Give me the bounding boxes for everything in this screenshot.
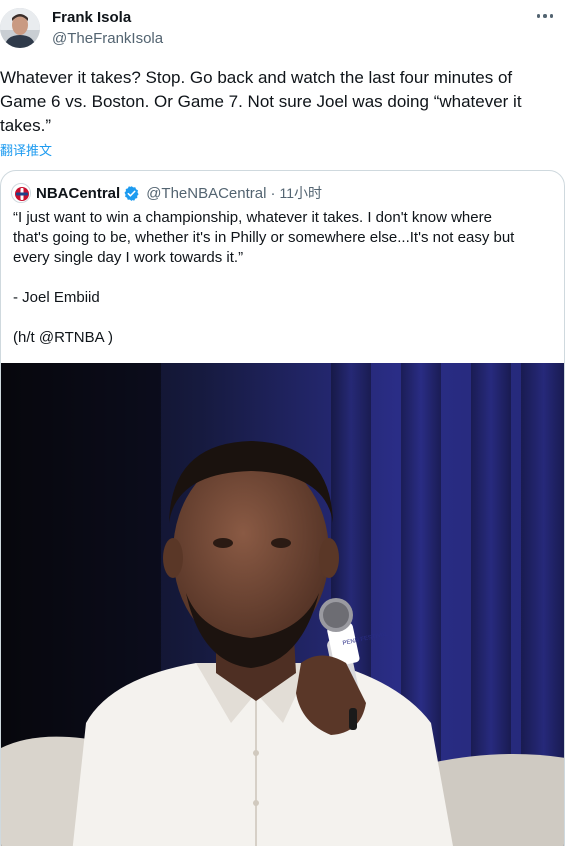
speaker-photo[interactable]: PENN FESTIVAL [1, 363, 564, 846]
quoted-text-line: “I just want to win a championship, what… [13, 209, 492, 226]
quoted-avatar[interactable] [11, 183, 31, 203]
nba-central-logo-icon [13, 185, 30, 202]
separator-dot: · [270, 184, 276, 202]
quoted-tweet-header: NBACentral @TheNBACentral · 11小时 [11, 183, 322, 203]
quoted-hat-tip: (h/t @RTNBA ) [13, 329, 113, 346]
tweet-text: Whatever it takes? Stop. Go back and wat… [0, 68, 522, 135]
author-avatar[interactable] [0, 8, 40, 48]
quoted-tweet[interactable]: NBACentral @TheNBACentral · 11小时 “I just… [0, 170, 565, 846]
author-handle[interactable]: @TheFrankIsola [52, 30, 163, 47]
speaker-photo-image: PENN FESTIVAL [1, 363, 564, 846]
quoted-text: “I just want to win a championship, what… [13, 208, 545, 268]
translate-link[interactable]: 翻译推文 [0, 140, 52, 159]
quoted-timestamp[interactable]: 11小时 [279, 183, 322, 203]
quoted-name[interactable]: NBACentral [36, 185, 120, 202]
author-name[interactable]: Frank Isola [52, 9, 131, 26]
quoted-text-line: every single day I work towards it.” [13, 249, 244, 266]
person-avatar-icon [0, 8, 40, 48]
quoted-handle[interactable]: @TheNBACentral [146, 185, 266, 202]
quoted-signature: - Joel Embiid [13, 289, 100, 306]
more-options-icon[interactable] [533, 6, 557, 26]
quoted-text-line: that's going to be, whether it's in Phil… [13, 229, 515, 246]
tweet-header: Frank Isola @TheFrankIsola [0, 0, 565, 60]
verified-badge-icon [124, 185, 139, 201]
